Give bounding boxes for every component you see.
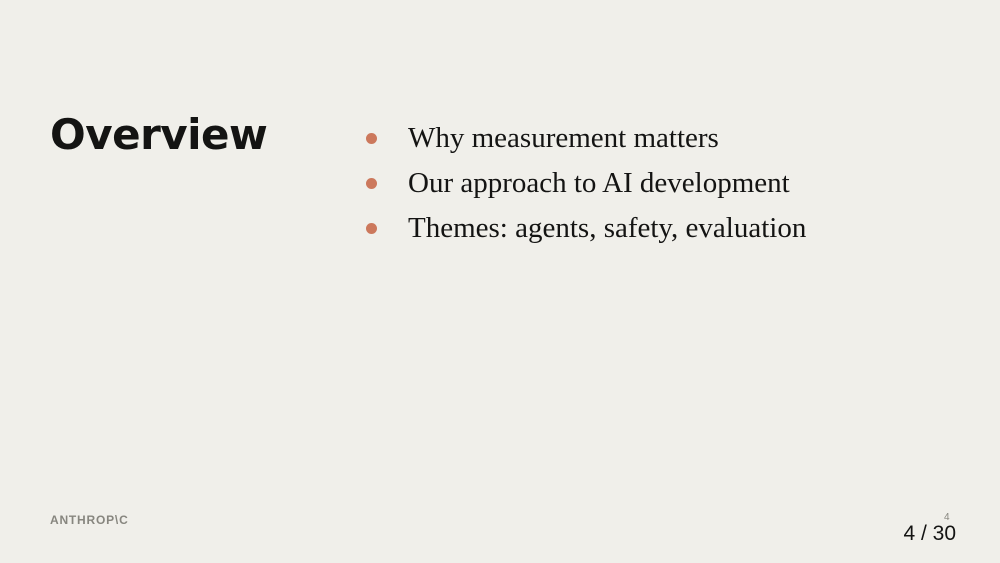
bullet-list: Why measurement matters Our approach to … xyxy=(362,116,806,251)
bullet-item: Why measurement matters xyxy=(362,116,806,161)
bullet-dot-icon xyxy=(366,223,377,234)
slide-counter: 4 / 30 xyxy=(903,522,956,545)
anthropic-logo: ANTHROP\C xyxy=(50,513,129,527)
bullet-dot-icon xyxy=(366,178,377,189)
slide-title: Overview xyxy=(50,110,268,159)
bullet-item: Our approach to AI development xyxy=(362,161,806,206)
bullet-text: Why measurement matters xyxy=(408,122,719,154)
bullet-text: Themes: agents, safety, evaluation xyxy=(408,212,807,244)
bullet-text: Our approach to AI development xyxy=(408,167,790,199)
bullet-dot-icon xyxy=(366,133,377,144)
bullet-item: Themes: agents, safety, evaluation xyxy=(362,206,806,251)
